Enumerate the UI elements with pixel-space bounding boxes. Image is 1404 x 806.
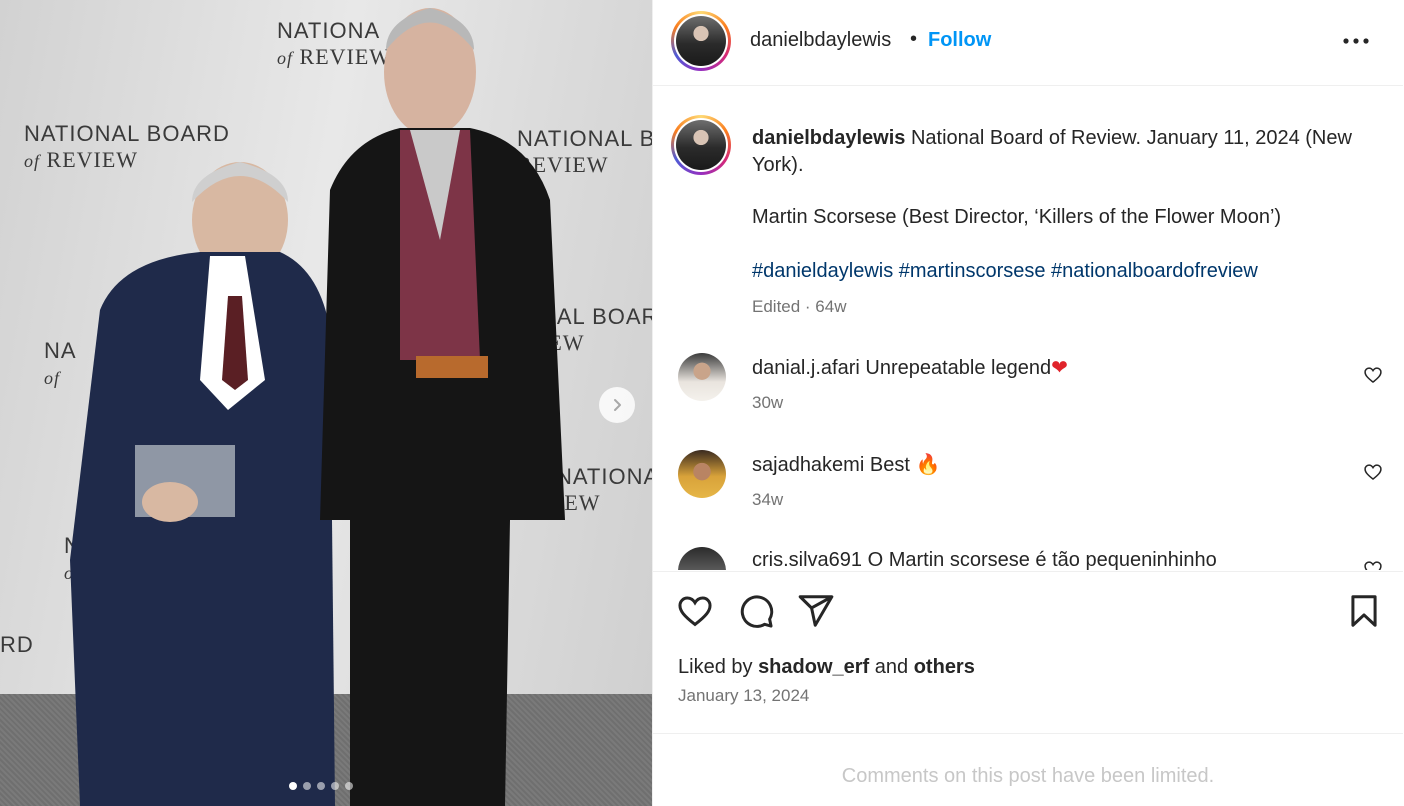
carousel-dot <box>345 782 353 790</box>
liked-by-and: and <box>874 656 909 678</box>
hashtag-link[interactable]: #martinscorsese <box>899 260 1046 282</box>
caption-username[interactable]: danielbdaylewis <box>752 127 905 149</box>
comment-text: danial.j.afari Unrepeatable legend❤ <box>752 355 1068 380</box>
carousel-dot <box>317 782 325 790</box>
liked-by-others-link[interactable]: others <box>914 656 975 678</box>
like-comment-heart-icon[interactable] <box>1363 559 1383 570</box>
caption-hashtags: #danieldaylewis #martinscorsese #nationa… <box>752 260 1258 283</box>
caption-meta: Edited · 64w <box>752 297 847 316</box>
caption-line-2: Martin Scorsese (Best Director, ‘Killers… <box>752 206 1282 228</box>
comment-text: sajadhakemi Best 🔥 <box>752 452 940 477</box>
hashtag-link[interactable]: #danieldaylewis <box>752 260 893 282</box>
post-media[interactable]: NATIONAL BOARD of REVIEW NATIONA of REVI… <box>0 0 652 806</box>
liked-by-prefix: Liked by <box>678 656 753 678</box>
more-options-icon[interactable] <box>1339 31 1373 51</box>
commenter-username[interactable]: cris.silva691 <box>752 549 862 570</box>
commenter-avatar[interactable] <box>678 450 726 498</box>
comment-time: 34w <box>752 490 784 509</box>
backdrop-logo: RD <box>0 632 34 657</box>
comments-limited-notice: Comments on this post have been limited. <box>653 733 1403 806</box>
commenter-username[interactable]: danial.j.afari <box>752 357 860 379</box>
carousel-next-button[interactable] <box>599 387 635 423</box>
carousel-dot <box>303 782 311 790</box>
author-username[interactable]: danielbdaylewis <box>750 29 891 52</box>
commenter-username[interactable]: sajadhakemi <box>752 454 864 476</box>
post-actions: Liked by shadow_erf and others January 1… <box>653 571 1403 733</box>
post-date[interactable]: January 13, 2024 <box>678 686 809 706</box>
save-bookmark-icon[interactable] <box>1345 592 1383 630</box>
comment-time: 30w <box>752 393 784 412</box>
comment-bubble-icon[interactable] <box>737 592 775 630</box>
comment-body: O Martin scorsese é tão pequeninhinho <box>867 549 1217 570</box>
follow-button[interactable]: Follow <box>928 29 991 52</box>
liked-by-summary: Liked by shadow_erf and others <box>678 656 975 679</box>
post-header: danielbdaylewis • Follow <box>653 0 1403 86</box>
like-heart-icon[interactable] <box>676 592 714 630</box>
comment-body: Best <box>869 454 910 476</box>
comment-text: cris.silva691 O Martin scorsese é tão pe… <box>752 549 1217 570</box>
liked-by-user-link[interactable]: shadow_erf <box>758 656 869 678</box>
post-side-panel: danielbdaylewis • Follow danielbdaylewis… <box>652 0 1403 806</box>
author-avatar[interactable] <box>671 11 731 71</box>
comment-body: Unrepeatable legend <box>865 357 1052 379</box>
caption-text: danielbdaylewis National Board of Review… <box>752 125 1382 179</box>
comment-item: cris.silva691 O Martin scorsese é tão pe… <box>653 547 1403 570</box>
person-left-figure <box>70 162 335 806</box>
heart-emoji: ❤ <box>1051 357 1068 379</box>
like-comment-heart-icon[interactable] <box>1363 365 1383 385</box>
chevron-right-icon <box>614 399 621 411</box>
carousel-dot <box>331 782 339 790</box>
person-right-figure <box>320 8 565 806</box>
caption-author-avatar[interactable] <box>671 115 731 175</box>
comments-scroll-area[interactable]: danielbdaylewis National Board of Review… <box>653 87 1403 570</box>
comment-item: sajadhakemi Best 🔥 34w <box>653 450 1403 530</box>
commenter-avatar[interactable] <box>678 547 726 570</box>
commenter-avatar[interactable] <box>678 353 726 401</box>
hashtag-link[interactable]: #nationalboardofreview <box>1051 260 1258 282</box>
like-comment-heart-icon[interactable] <box>1363 462 1383 482</box>
share-send-icon[interactable] <box>797 592 835 630</box>
header-separator: • <box>910 28 918 50</box>
carousel-indicator <box>289 782 353 790</box>
fire-emoji: 🔥 <box>915 454 941 476</box>
comment-item: danial.j.afari Unrepeatable legend❤ 30w <box>653 353 1403 433</box>
carousel-dot-active <box>289 782 297 790</box>
